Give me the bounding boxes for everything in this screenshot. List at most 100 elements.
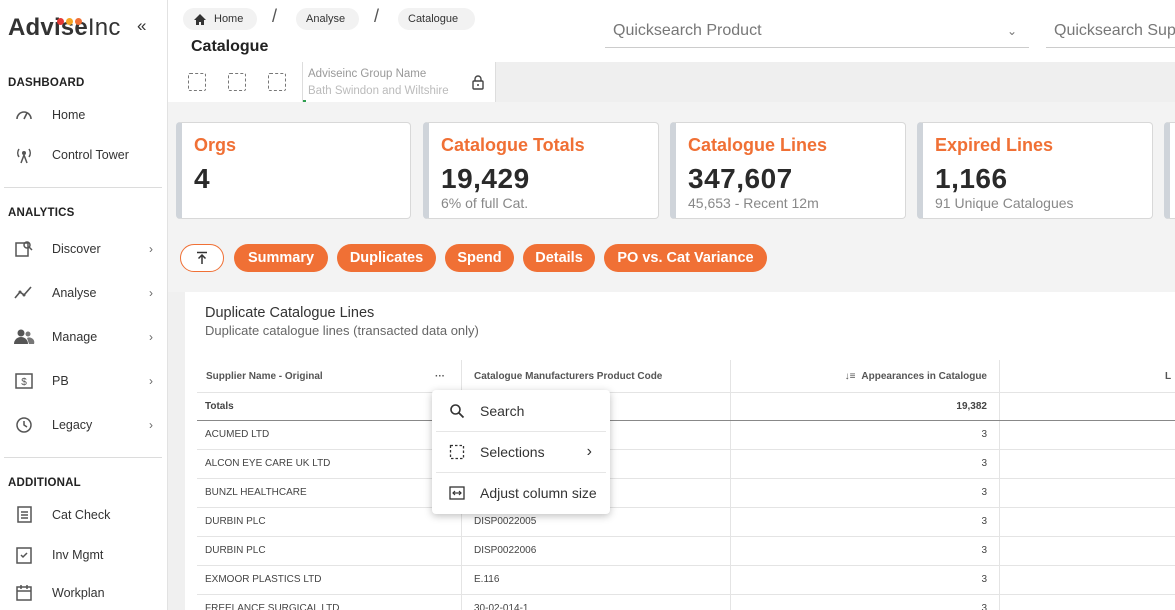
cell-appearances: 3 xyxy=(981,574,987,585)
panel-subtitle: Duplicate catalogue lines (transacted da… xyxy=(205,323,479,338)
cell-appearances: 3 xyxy=(981,545,987,556)
chevron-right-icon: › xyxy=(149,242,153,256)
column-header-appearances[interactable]: ↓≡ Appearances in Catalogue xyxy=(737,360,987,392)
sidebar-item-control-tower[interactable]: Control Tower xyxy=(0,140,167,170)
cell-supplier[interactable]: ACUMED LTD xyxy=(205,420,269,449)
sidebar-item-home[interactable]: Home xyxy=(0,100,167,130)
sidebar-item-legacy[interactable]: Legacy › xyxy=(0,410,167,440)
selection-forward-icon[interactable] xyxy=(228,73,246,91)
cell-product-code[interactable]: E.116 xyxy=(474,565,499,594)
kpi-subtext: 91 Unique Catalogues xyxy=(935,195,1074,211)
column-divider xyxy=(999,360,1000,610)
sidebar-item-pb[interactable]: $ PB › xyxy=(0,366,167,396)
chevron-right-icon: › xyxy=(149,286,153,300)
row-divider xyxy=(197,392,1175,393)
kpi-title: Catalogue Totals xyxy=(441,135,585,155)
quicksearch-supplier-dropdown[interactable]: Quicksearch Supplier xyxy=(1046,16,1175,48)
gauge-icon xyxy=(12,103,36,127)
sidebar-item-label: Cat Check xyxy=(52,508,111,522)
menu-item-search[interactable]: Search xyxy=(436,391,606,431)
cell-appearances: 3 xyxy=(981,603,987,610)
column-resize-icon xyxy=(448,484,466,502)
cell-supplier[interactable]: FREELANCE SURGICAL LTD xyxy=(205,594,339,610)
column-context-menu: Search Selections › Adjust column size xyxy=(432,390,610,514)
cell-supplier[interactable]: EXMOOR PLASTICS LTD xyxy=(205,565,322,594)
sidebar-item-label: Inv Mgmt xyxy=(52,548,104,562)
column-header-partial[interactable]: L xyxy=(1165,360,1175,392)
sidebar-item-label: Manage xyxy=(52,330,98,344)
tab-spend[interactable]: Spend xyxy=(445,244,514,272)
sidebar-item-label: Control Tower xyxy=(52,148,129,162)
totals-value: 19,382 xyxy=(956,401,987,412)
row-divider xyxy=(197,478,1175,479)
tab-po-vs-cat-variance[interactable]: PO vs. Cat Variance xyxy=(604,244,767,272)
sidebar-item-cat-check[interactable]: Cat Check xyxy=(0,500,167,530)
kpi-card-catalogue-totals[interactable]: Catalogue Totals 19,429 6% of full Cat. xyxy=(423,122,659,219)
cell-product-code[interactable]: DISP0022006 xyxy=(474,536,536,565)
antenna-icon xyxy=(12,143,36,167)
breadcrumb-home[interactable]: Home xyxy=(183,8,257,30)
kpi-area: Orgs 4 Catalogue Totals 19,429 6% of ful… xyxy=(168,102,1175,232)
checklist-icon xyxy=(12,503,36,527)
collapse-sidebar-icon[interactable]: « xyxy=(137,16,146,36)
sidebar-item-workplan[interactable]: Workplan xyxy=(0,578,167,608)
sidebar-divider xyxy=(4,187,162,188)
clear-selections-icon[interactable] xyxy=(268,73,286,91)
svg-text:$: $ xyxy=(21,377,27,388)
sidebar-item-discover[interactable]: Discover › xyxy=(0,234,167,264)
menu-item-selections[interactable]: Selections › xyxy=(436,432,606,472)
sidebar-item-analyse[interactable]: Analyse › xyxy=(0,278,167,308)
scroll-top-button[interactable] xyxy=(180,244,224,272)
duplicate-catalogue-panel: Duplicate Catalogue Lines Duplicate cata… xyxy=(185,292,1175,610)
cell-supplier[interactable]: ALCON EYE CARE UK LTD xyxy=(205,449,330,478)
breadcrumb-separator: / xyxy=(272,6,278,26)
breadcrumb-separator: / xyxy=(374,6,380,26)
group-name-label: Adviseinc Group Name xyxy=(308,68,427,80)
cell-appearances: 3 xyxy=(981,487,987,498)
menu-item-adjust-column-size[interactable]: Adjust column size xyxy=(436,473,606,513)
tab-duplicates[interactable]: Duplicates xyxy=(337,244,436,272)
kpi-card-expired-lines[interactable]: Expired Lines 1,166 91 Unique Catalogues xyxy=(917,122,1153,219)
tab-summary[interactable]: Summary xyxy=(234,244,328,272)
cell-supplier[interactable]: DURBIN PLC xyxy=(205,507,266,536)
logo-dots xyxy=(57,12,84,30)
arrow-up-bar-icon xyxy=(197,251,207,264)
sidebar: AdviseInc « DASHBOARD Home Control Tower… xyxy=(0,0,168,610)
kpi-card-orgs[interactable]: Orgs 4 xyxy=(176,122,411,219)
selection-back-icon[interactable] xyxy=(188,73,206,91)
breadcrumb-catalogue[interactable]: Catalogue xyxy=(398,8,475,30)
cell-supplier[interactable]: DURBIN PLC xyxy=(205,536,266,565)
chevron-right-icon: › xyxy=(149,330,153,344)
sidebar-item-label: Analyse xyxy=(52,286,97,300)
column-header-product-code[interactable]: Catalogue Manufacturers Product Code xyxy=(474,360,734,392)
tab-details[interactable]: Details xyxy=(523,244,595,272)
selection-box-icon xyxy=(448,443,466,461)
sidebar-item-manage[interactable]: Manage › xyxy=(0,322,167,352)
currency-icon: $ xyxy=(12,369,36,393)
kpi-card-partial[interactable] xyxy=(1164,122,1175,219)
group-name-filter[interactable]: Adviseinc Group Name Bath Swindon and Wi… xyxy=(302,62,496,102)
column-menu-icon[interactable]: ··· xyxy=(435,360,455,392)
column-divider xyxy=(730,360,731,610)
lock-icon[interactable] xyxy=(471,74,485,90)
chevron-right-icon: › xyxy=(586,443,592,460)
quicksearch-product-dropdown[interactable]: Quicksearch Product ⌄ xyxy=(605,16,1029,48)
calendar-icon xyxy=(12,581,36,605)
kpi-card-catalogue-lines[interactable]: Catalogue Lines 347,607 45,653 - Recent … xyxy=(670,122,906,219)
kpi-value: 19,429 xyxy=(441,163,530,194)
cell-product-code[interactable]: 30-02-014-1 xyxy=(474,594,528,610)
column-header-supplier[interactable]: Supplier Name - Original xyxy=(206,360,456,392)
cell-supplier[interactable]: BUNZL HEALTHCARE xyxy=(205,478,307,507)
kpi-value: 347,607 xyxy=(688,163,793,194)
sort-desc-icon: ↓≡ xyxy=(844,370,856,382)
discover-icon xyxy=(12,237,36,261)
sidebar-divider xyxy=(4,457,162,458)
kpi-value: 1,166 xyxy=(935,163,1008,194)
breadcrumb-analyse[interactable]: Analyse xyxy=(296,8,359,30)
sidebar-item-inv-mgmt[interactable]: Inv Mgmt xyxy=(0,540,167,570)
section-title-analytics: ANALYTICS xyxy=(8,207,75,219)
chevron-right-icon: › xyxy=(149,374,153,388)
row-divider xyxy=(197,565,1175,566)
history-icon xyxy=(12,413,36,437)
kpi-value: 4 xyxy=(194,163,211,194)
